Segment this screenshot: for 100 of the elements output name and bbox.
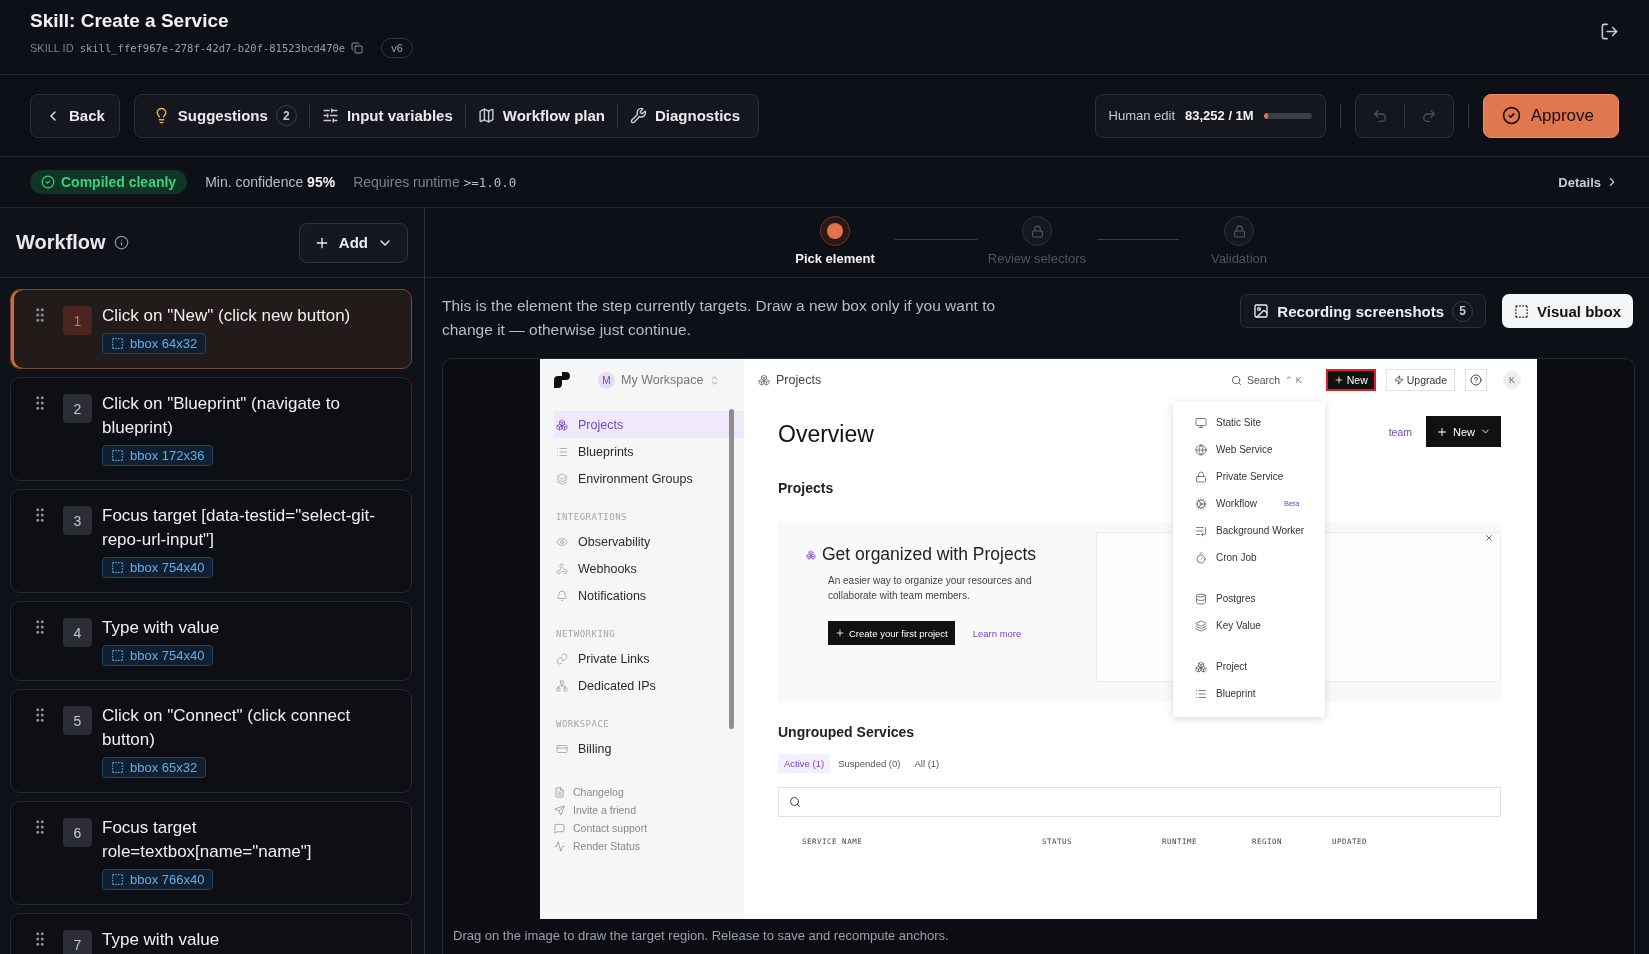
- filter-tab[interactable]: All (1): [908, 754, 946, 773]
- usage-value: 83,252 / 1M: [1185, 108, 1254, 123]
- layers-icon: [1195, 619, 1207, 632]
- search-button[interactable]: Search ⌃ K: [1230, 374, 1302, 386]
- filter-tab[interactable]: Suspended (0): [832, 754, 907, 773]
- add-button[interactable]: Add: [298, 222, 408, 263]
- lock-icon: [1030, 224, 1044, 238]
- user-avatar[interactable]: K: [1503, 371, 1521, 389]
- dashed-square-icon: [111, 873, 124, 886]
- copy-icon[interactable]: [351, 42, 364, 54]
- menu-item[interactable]: Blueprint: [1173, 680, 1325, 707]
- nav-heading: NETWORKING: [556, 629, 617, 639]
- filter-tab[interactable]: Active (1): [778, 754, 831, 773]
- timer-icon: [1195, 551, 1207, 564]
- nav-item[interactable]: Observability: [554, 528, 744, 555]
- back-button[interactable]: Back: [30, 93, 120, 138]
- check-circle-icon: [41, 175, 55, 189]
- list-icon: [1195, 524, 1207, 537]
- scrollbar[interactable]: [729, 409, 734, 729]
- nav-item[interactable]: Dedicated IPs: [554, 672, 744, 699]
- toolbar-tab[interactable]: Workflow plan: [465, 100, 617, 131]
- close-icon[interactable]: [1484, 533, 1494, 543]
- empty-state-title: Get organized with Projects: [806, 544, 1036, 565]
- nav-item[interactable]: Blueprints: [554, 438, 744, 465]
- overview-heading: Overview: [778, 421, 874, 448]
- wrench-icon: [630, 107, 647, 124]
- help-icon[interactable]: [1470, 374, 1482, 386]
- step-number: 4: [63, 618, 92, 647]
- dashed-square-icon: [111, 761, 124, 774]
- nav-item[interactable]: Private Links: [554, 645, 744, 672]
- step-card[interactable]: 7 Type with value: [10, 913, 412, 954]
- database-icon: [1195, 592, 1207, 605]
- step-text: Type with value: [102, 929, 220, 951]
- info-icon[interactable]: [113, 235, 129, 250]
- recording-screenshots-button[interactable]: Recording screenshots 5: [1240, 294, 1487, 328]
- step-text: Focus target role=textbox[name="name"]: [102, 817, 313, 863]
- nav-heading: WORKSPACE: [556, 719, 611, 729]
- step-card[interactable]: 3 Focus target [data-testid="select-git-repo-url-input"] bbox 754x40: [10, 489, 412, 593]
- step-card[interactable]: 5 Click on "Connect" (click connect button) bbox 65x32: [10, 689, 412, 793]
- dashed-square-icon: [111, 649, 124, 662]
- team-link[interactable]: team: [1388, 425, 1412, 438]
- upgrade-button[interactable]: Upgrade: [1385, 369, 1455, 391]
- link-icon: [556, 652, 568, 665]
- details-link[interactable]: Details: [1558, 174, 1619, 190]
- menu-item[interactable]: Private Service: [1173, 463, 1325, 490]
- toolbar-tab[interactable]: Suggestions 2: [140, 100, 309, 131]
- menu-item[interactable]: Web Service: [1173, 436, 1325, 463]
- nav-item[interactable]: Webhooks: [554, 555, 744, 582]
- plus-icon: [1436, 425, 1448, 438]
- monitor-icon: [1195, 416, 1207, 429]
- nav-item[interactable]: Billing: [554, 735, 744, 762]
- bbox-tag: bbox 64x32: [102, 333, 207, 354]
- workspace-avatar: M: [598, 371, 615, 389]
- send-icon: [554, 804, 565, 816]
- map-icon: [477, 107, 495, 124]
- step-text: Click on "Connect" (click connect button): [102, 705, 352, 751]
- step-text: Type with value: [102, 617, 220, 639]
- gear-icon: [1195, 497, 1207, 510]
- nav-item[interactable]: Projects: [554, 411, 744, 438]
- step-card[interactable]: 1 Click on "New" (click new button) bbox 64x32: [10, 289, 412, 369]
- step-number: 5: [63, 706, 92, 735]
- menu-item[interactable]: Cron Job: [1173, 544, 1325, 571]
- menu-item[interactable]: Project: [1173, 653, 1325, 680]
- learn-more-link[interactable]: Learn more: [972, 627, 1022, 639]
- step-text: Focus target [data-testid="select-git-repo-url-input"]: [102, 505, 376, 551]
- circles-icon: [758, 374, 770, 386]
- toolbar-tab[interactable]: Diagnostics: [618, 100, 752, 131]
- create-project-button[interactable]: Create your first project: [828, 621, 955, 645]
- undo-icon: [1371, 107, 1388, 124]
- exit-icon[interactable]: [1600, 22, 1619, 41]
- menu-item[interactable]: Postgres: [1173, 585, 1325, 612]
- nav-item[interactable]: Notifications: [554, 582, 744, 609]
- workspace-name[interactable]: My Workspace: [621, 373, 704, 387]
- menu-item[interactable]: Static Site: [1173, 409, 1325, 436]
- step-card[interactable]: 6 Focus target role=textbox[name="name"] bbox 766x40: [10, 801, 412, 905]
- screenshot-preview[interactable]: [540, 359, 1537, 919]
- new-button[interactable]: New: [1325, 369, 1376, 391]
- step-number: 6: [63, 818, 92, 847]
- menu-item[interactable]: Background Worker: [1173, 517, 1325, 544]
- step-card[interactable]: 2 Click on "Blueprint" (navigate to blueprint) bbox 172x36: [10, 377, 412, 481]
- nav-item[interactable]: Environment Groups: [554, 465, 744, 492]
- breadcrumb[interactable]: Projects: [758, 373, 822, 387]
- compiled-badge: Compiled cleanly: [30, 170, 188, 194]
- new-dropdown-button[interactable]: New: [1426, 416, 1501, 447]
- dashed-square-icon: [111, 337, 124, 350]
- dashed-square-icon: [111, 561, 124, 574]
- menu-item[interactable]: Key Value: [1173, 612, 1325, 639]
- step-text: Click on "Blueprint" (navigate to blueprint): [102, 393, 341, 439]
- plus-icon: [1333, 375, 1344, 385]
- toolbar-tab[interactable]: Input variables: [309, 100, 465, 131]
- lightning-icon: [1393, 375, 1404, 385]
- circles-icon: [556, 418, 568, 431]
- list-icon: [556, 445, 568, 458]
- step-card[interactable]: 4 Type with value bbox 754x40: [10, 601, 412, 681]
- approve-button[interactable]: Approve: [1482, 93, 1619, 138]
- step-number: 7: [63, 930, 92, 954]
- redo-icon: [1420, 107, 1437, 124]
- visual-bbox-button[interactable]: Visual bbox: [1502, 294, 1633, 328]
- check-circle-icon: [1501, 106, 1521, 125]
- search-field[interactable]: [778, 787, 1501, 817]
